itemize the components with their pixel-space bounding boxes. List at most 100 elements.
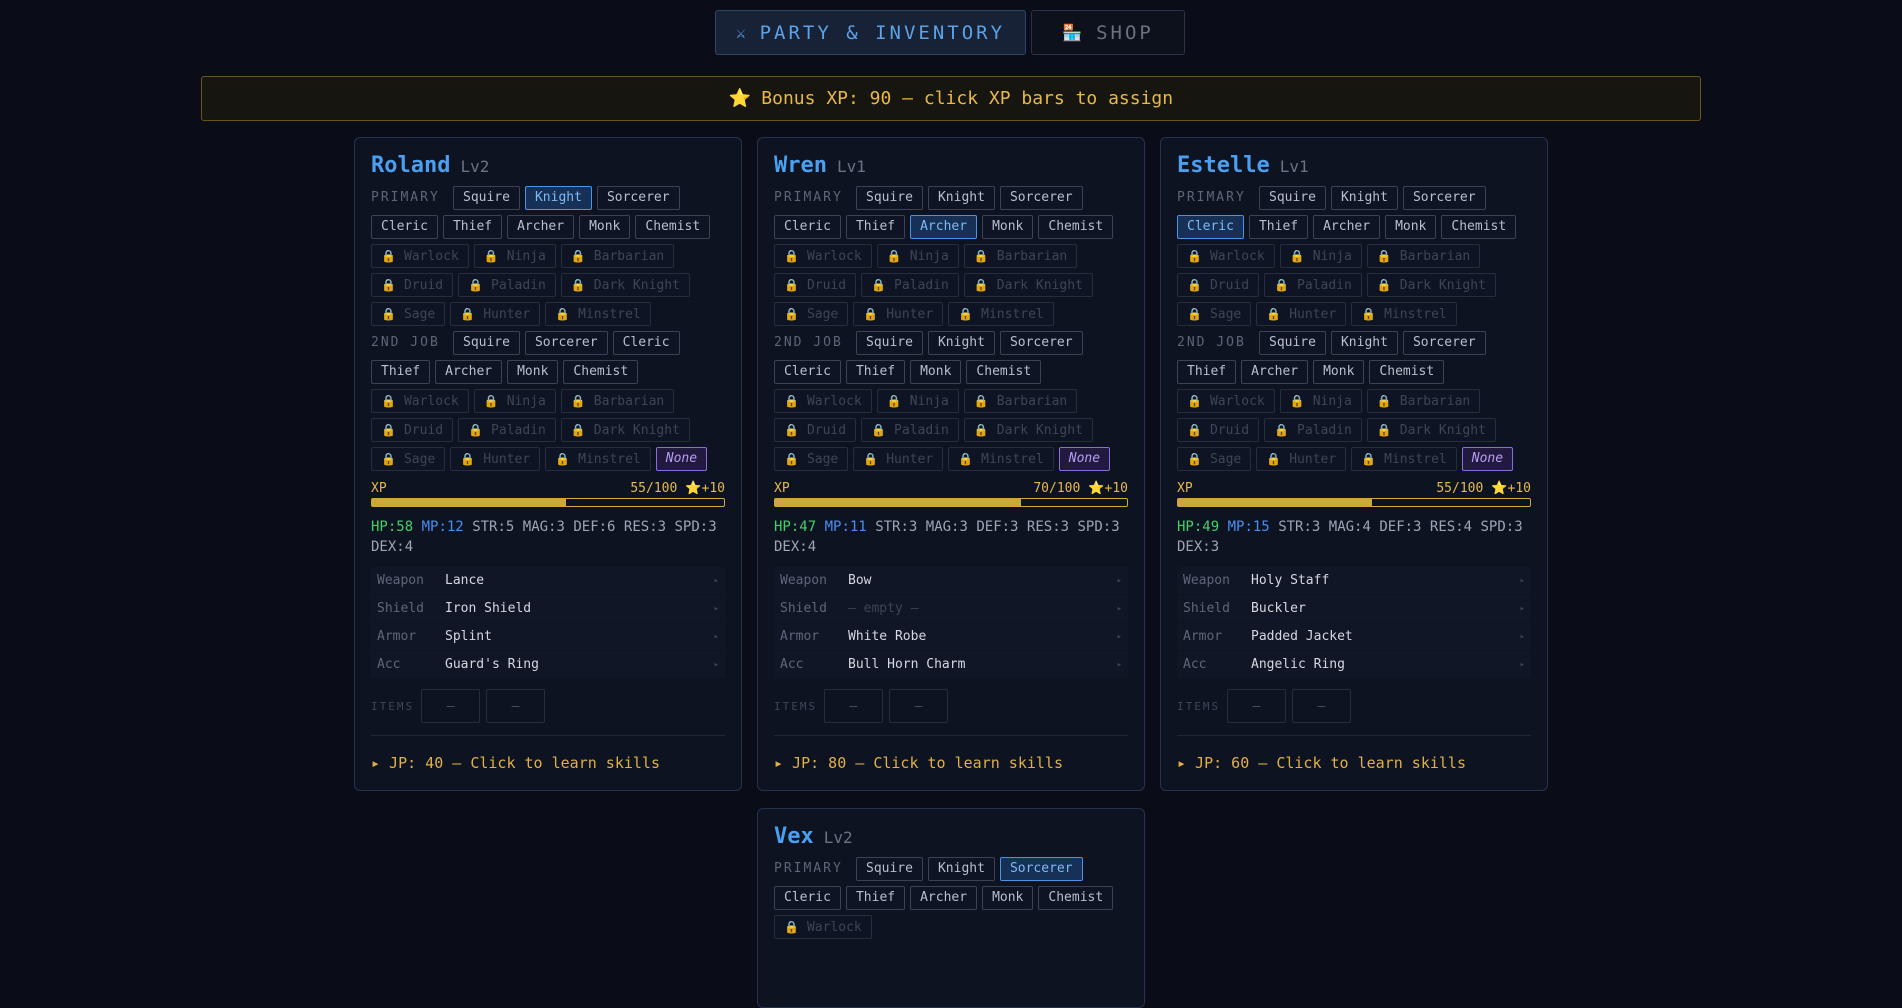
equip-slot-acc[interactable]: Acc Angelic Ring ▸ [1177, 651, 1531, 678]
lock-icon: 🔒 [784, 452, 799, 466]
equip-slot-weapon[interactable]: Weapon Lance ▸ [371, 567, 725, 594]
equip-slot-shield[interactable]: Shield Iron Shield ▸ [371, 595, 725, 622]
job-chip-knight[interactable]: Knight [927, 331, 995, 355]
job-chip-monk[interactable]: Monk [579, 215, 631, 239]
job-chip-label: Dark Knight [996, 423, 1083, 438]
equip-item-name: Splint [445, 629, 492, 644]
job-chip-sorcerer[interactable]: Sorcerer [1402, 331, 1486, 355]
job-chip-paladin: 🔒 Paladin [458, 418, 556, 442]
job-chip-thief[interactable]: Thief [442, 215, 503, 239]
item-slot-1[interactable]: — [824, 689, 883, 723]
job-chip-squire[interactable]: Squire [1259, 186, 1326, 210]
job-chip-archer[interactable]: Archer [910, 215, 978, 239]
equip-slot-weapon[interactable]: Weapon Holy Staff ▸ [1177, 567, 1531, 594]
equip-slot-armor[interactable]: Armor Splint ▸ [371, 623, 725, 650]
equip-item-name: Lance [445, 573, 485, 588]
job-chip-monk[interactable]: Monk [1313, 360, 1365, 384]
job-chip-thief[interactable]: Thief [845, 360, 906, 384]
job-chip-sorcerer[interactable]: Sorcerer [596, 186, 680, 210]
job-chip-squire[interactable]: Squire [453, 186, 520, 210]
character-header: Vex Lv2 [774, 824, 1128, 854]
job-chip-thief[interactable]: Thief [1177, 360, 1237, 384]
item-slot-1[interactable]: — [1227, 689, 1286, 723]
job-chip-cleric[interactable]: Cleric [774, 886, 841, 910]
job-chip-squire[interactable]: Squire [856, 857, 923, 881]
learn-skills-button[interactable]: ▸ JP: 40 — Click to learn skills [371, 735, 725, 790]
job-chip-squire[interactable]: Squire [453, 331, 520, 355]
equip-slot-armor[interactable]: Armor White Robe ▸ [774, 623, 1128, 650]
job-chip-chemist[interactable]: Chemist [1038, 215, 1114, 239]
job-chip-sorcerer[interactable]: Sorcerer [999, 857, 1083, 881]
job-chip-monk[interactable]: Monk [507, 360, 559, 384]
job-chip-none[interactable]: None [1461, 447, 1514, 471]
job-chip-none[interactable]: None [1058, 447, 1111, 471]
equip-slot-acc[interactable]: Acc Bull Horn Charm ▸ [774, 651, 1128, 678]
job-chip-hunter: 🔒 Hunter [853, 447, 944, 471]
primary-job-row-label: PRIMARY [371, 190, 440, 205]
equip-slot-acc[interactable]: Acc Guard's Ring ▸ [371, 651, 725, 678]
job-chip-monk[interactable]: Monk [982, 886, 1034, 910]
tab-shop[interactable]: 🏪 SHOP [1031, 10, 1185, 55]
learn-skills-button[interactable]: ▸ JP: 60 — Click to learn skills [1177, 735, 1531, 790]
job-chip-knight[interactable]: Knight [524, 186, 592, 210]
job-chip-archer[interactable]: Archer [1241, 360, 1309, 384]
job-chip-cleric[interactable]: Cleric [1177, 215, 1244, 239]
item-slot-2[interactable]: — [889, 689, 948, 723]
job-chip-squire[interactable]: Squire [856, 331, 923, 355]
lock-icon: 🔒 [1274, 278, 1290, 292]
xp-bar[interactable] [371, 498, 725, 507]
job-chip-archer[interactable]: Archer [435, 360, 503, 384]
job-chip-monk[interactable]: Monk [1385, 215, 1437, 239]
job-chip-sorcerer[interactable]: Sorcerer [999, 331, 1083, 355]
job-chip-sorcerer[interactable]: Sorcerer [524, 331, 608, 355]
learn-skills-button[interactable]: ▸ JP: 80 — Click to learn skills [774, 735, 1128, 790]
job-chip-warlock: 🔒 Warlock [371, 389, 469, 413]
job-chip-thief[interactable]: Thief [845, 215, 906, 239]
job-chip-squire[interactable]: Squire [1259, 331, 1326, 355]
job-chip-archer[interactable]: Archer [507, 215, 575, 239]
tab-party-inventory[interactable]: ⚔ PARTY & INVENTORY [715, 10, 1026, 55]
equip-item-name: Bull Horn Charm [848, 657, 966, 672]
job-chip-chemist[interactable]: Chemist [966, 360, 1042, 384]
job-chip-thief[interactable]: Thief [845, 886, 906, 910]
job-chip-label: Paladin [894, 423, 949, 438]
job-chip-sorcerer[interactable]: Sorcerer [999, 186, 1083, 210]
job-chip-cleric[interactable]: Cleric [774, 360, 841, 384]
job-chip-chemist[interactable]: Chemist [635, 215, 711, 239]
job-chip-thief[interactable]: Thief [371, 360, 431, 384]
job-chip-sorcerer[interactable]: Sorcerer [1402, 186, 1486, 210]
job-chip-knight[interactable]: Knight [927, 857, 995, 881]
job-chip-squire[interactable]: Squire [856, 186, 923, 210]
job-chip-knight[interactable]: Knight [1330, 331, 1398, 355]
job-chip-chemist[interactable]: Chemist [1369, 360, 1445, 384]
item-slot-2[interactable]: — [486, 689, 545, 723]
job-chip-cleric[interactable]: Cleric [371, 215, 438, 239]
job-chip-monk[interactable]: Monk [910, 360, 962, 384]
job-chip-thief[interactable]: Thief [1248, 215, 1309, 239]
job-chip-knight[interactable]: Knight [1330, 186, 1398, 210]
job-chip-monk[interactable]: Monk [982, 215, 1034, 239]
job-chip-archer[interactable]: Archer [910, 886, 978, 910]
equip-slot-shield[interactable]: Shield — empty — ▸ [774, 595, 1128, 622]
job-chip-archer[interactable]: Archer [1313, 215, 1381, 239]
xp-bar[interactable] [1177, 498, 1531, 507]
equip-slot-armor[interactable]: Armor Padded Jacket ▸ [1177, 623, 1531, 650]
lock-icon: 🔒 [886, 249, 902, 263]
job-chip-label: Hunter [1289, 307, 1337, 322]
job-chip-chemist[interactable]: Chemist [563, 360, 639, 384]
xp-bonus-value: +10 [1507, 481, 1531, 496]
job-chip-label: Monk [517, 364, 549, 379]
xp-bar[interactable] [774, 498, 1128, 507]
item-slot-1[interactable]: — [421, 689, 480, 723]
equip-slot-weapon[interactable]: Weapon Bow ▸ [774, 567, 1128, 594]
job-chip-chemist[interactable]: Chemist [1441, 215, 1517, 239]
lock-icon: 🔒 [1187, 249, 1202, 263]
job-chip-knight[interactable]: Knight [927, 186, 995, 210]
job-chip-cleric[interactable]: Cleric [774, 215, 841, 239]
equip-slot-shield[interactable]: Shield Buckler ▸ [1177, 595, 1531, 622]
item-slot-2[interactable]: — [1292, 689, 1351, 723]
job-chip-none[interactable]: None [655, 447, 708, 471]
job-chip-cleric[interactable]: Cleric [612, 331, 680, 355]
job-chip-chemist[interactable]: Chemist [1038, 886, 1114, 910]
lock-icon: 🔒 [958, 307, 974, 321]
